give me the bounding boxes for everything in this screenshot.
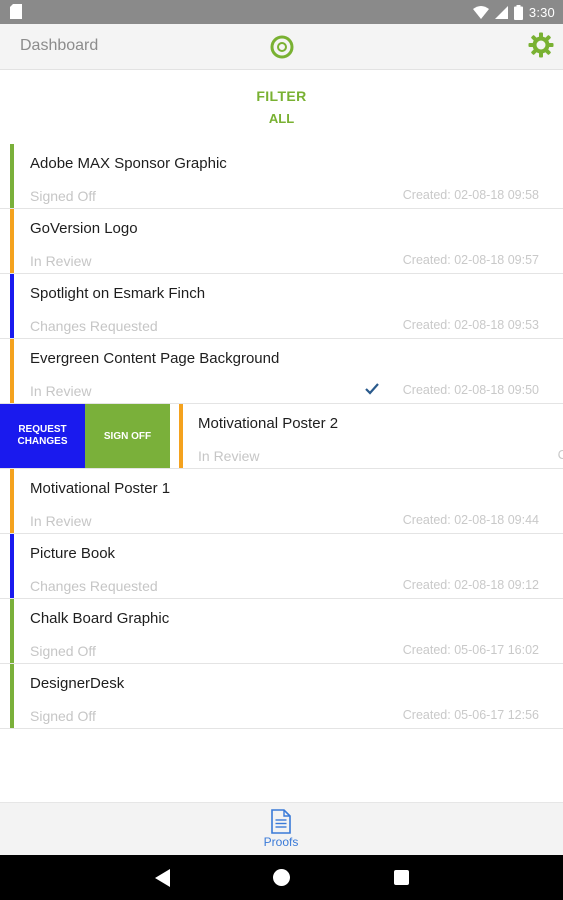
proof-status: Changes Requested [30, 318, 158, 334]
status-bar: 3:30 [0, 0, 563, 24]
proof-title: Spotlight on Esmark Finch [30, 285, 206, 302]
list-item[interactable]: Picture Book Changes Requested Created: … [0, 534, 563, 599]
proof-created: C [558, 447, 563, 462]
request-changes-button[interactable]: REQUEST CHANGES [0, 404, 85, 468]
list-item[interactable]: Spotlight on Esmark Finch Changes Reques… [0, 274, 563, 339]
tab-proofs[interactable]: Proofs [251, 807, 311, 853]
sd-card-icon [10, 4, 22, 19]
tab-proofs-label: Proofs [263, 835, 299, 849]
home-icon[interactable] [273, 869, 290, 886]
status-indicator [10, 274, 14, 338]
status-indicator [179, 404, 183, 468]
wifi-icon [472, 5, 489, 19]
proof-created: Created: 05-06-17 16:02 [402, 643, 539, 657]
bottom-tab-bar: Proofs [0, 802, 563, 855]
proof-title: GoVersion Logo [30, 220, 138, 237]
proof-status: Signed Off [30, 643, 96, 659]
gear-icon[interactable] [528, 32, 554, 58]
list-item[interactable]: Evergreen Content Page Background In Rev… [0, 339, 563, 404]
proof-created: Created: 02-08-18 09:50 [402, 383, 539, 397]
proof-created: Created: 02-08-18 09:53 [402, 318, 539, 332]
status-indicator [10, 534, 14, 598]
proof-title: Adobe MAX Sponsor Graphic [30, 155, 227, 172]
proof-title: DesignerDesk [30, 675, 125, 692]
circle-logo-icon[interactable] [270, 35, 294, 59]
document-icon [271, 809, 291, 834]
list-item-swiped[interactable]: REQUEST CHANGES SIGN OFF Motivational Po… [0, 404, 563, 469]
sign-off-button[interactable]: SIGN OFF [85, 404, 170, 468]
list-item[interactable]: GoVersion Logo In Review Created: 02-08-… [0, 209, 563, 274]
proof-title: Evergreen Content Page Background [30, 350, 280, 367]
proof-created: Created: 02-08-18 09:58 [402, 188, 539, 202]
proof-status: In Review [30, 383, 92, 399]
proof-title: Picture Book [30, 545, 116, 562]
page-title: Dashboard [20, 37, 99, 54]
status-indicator [10, 144, 14, 208]
status-indicator [10, 599, 14, 663]
back-icon[interactable] [155, 869, 171, 887]
list-item[interactable]: Adobe MAX Sponsor Graphic Signed Off Cre… [0, 144, 563, 209]
filter-label: FILTER [256, 88, 307, 104]
status-indicator [10, 664, 14, 728]
signal-icon [494, 5, 508, 19]
filter-selector[interactable]: ALL [0, 111, 563, 126]
proof-status: Changes Requested [30, 578, 158, 594]
battery-icon [513, 4, 523, 20]
status-icons: 3:30 [472, 3, 555, 21]
sign-off-label: SIGN OFF [103, 430, 152, 442]
list-item[interactable]: Chalk Board Graphic Signed Off Created: … [0, 599, 563, 664]
proof-title: Chalk Board Graphic [30, 610, 170, 627]
status-indicator [10, 339, 14, 403]
proof-created: Created: 02-08-18 09:12 [402, 578, 539, 592]
system-nav-bar [0, 855, 563, 900]
proof-status: In Review [30, 513, 92, 529]
proof-status: In Review [30, 253, 92, 269]
status-indicator [10, 469, 14, 533]
proof-title: Motivational Poster 1 [30, 480, 171, 497]
clock: 3:30 [528, 4, 555, 20]
list-item[interactable]: Motivational Poster 1 In Review Created:… [0, 469, 563, 534]
proof-created: Created: 02-08-18 09:44 [402, 513, 539, 527]
proof-status: Signed Off [30, 708, 96, 724]
checkmark-icon [365, 383, 379, 395]
proof-created: Created: 05-06-17 12:56 [402, 708, 539, 722]
proof-list: Adobe MAX Sponsor Graphic Signed Off Cre… [0, 144, 563, 729]
request-changes-label: REQUEST CHANGES [17, 424, 68, 447]
recents-icon[interactable] [394, 870, 409, 885]
proof-title: Motivational Poster 2 [198, 415, 339, 432]
list-item[interactable]: DesignerDesk Signed Off Created: 05-06-1… [0, 664, 563, 729]
status-indicator [10, 209, 14, 273]
proof-status: Signed Off [30, 188, 96, 204]
proof-created: Created: 02-08-18 09:57 [402, 253, 539, 267]
app-header: Dashboard [0, 24, 563, 70]
proof-status: In Review [198, 448, 260, 464]
